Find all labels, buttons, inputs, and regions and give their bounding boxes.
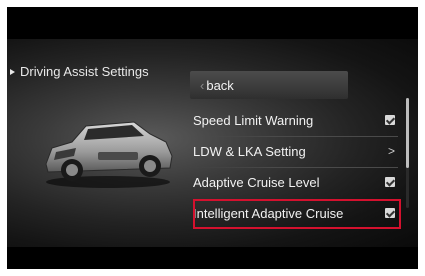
back-label: back bbox=[206, 77, 234, 93]
menu-item-adaptive-cruise-level[interactable]: Adaptive Cruise Level bbox=[190, 168, 398, 196]
suv-car-image bbox=[45, 121, 173, 188]
checkbox-checked-icon[interactable] bbox=[385, 115, 395, 125]
menu-item-ldw-lka-setting[interactable]: LDW & LKA Setting > bbox=[190, 137, 398, 165]
back-button[interactable]: ‹ back bbox=[190, 71, 348, 99]
menu-item-label: Adaptive Cruise Level bbox=[193, 174, 320, 190]
checkbox-checked-icon[interactable] bbox=[385, 177, 395, 187]
frame: Driving Assist Settings ‹ back Speed Limi… bbox=[0, 0, 425, 276]
chevron-left-icon: ‹ bbox=[200, 77, 205, 93]
play-arrow-icon bbox=[10, 68, 15, 75]
scrollbar-thumb[interactable] bbox=[406, 98, 409, 168]
chevron-right-icon: > bbox=[387, 144, 395, 158]
section-title: Driving Assist Settings bbox=[10, 64, 149, 79]
menu-item-label: Speed Limit Warning bbox=[193, 112, 314, 128]
section-title-label: Driving Assist Settings bbox=[20, 64, 149, 79]
scrollbar[interactable] bbox=[406, 98, 409, 208]
selection-highlight bbox=[193, 199, 401, 229]
menu-item-label: LDW & LKA Setting bbox=[193, 143, 306, 159]
menu-item-speed-limit-warning[interactable]: Speed Limit Warning bbox=[190, 106, 398, 134]
